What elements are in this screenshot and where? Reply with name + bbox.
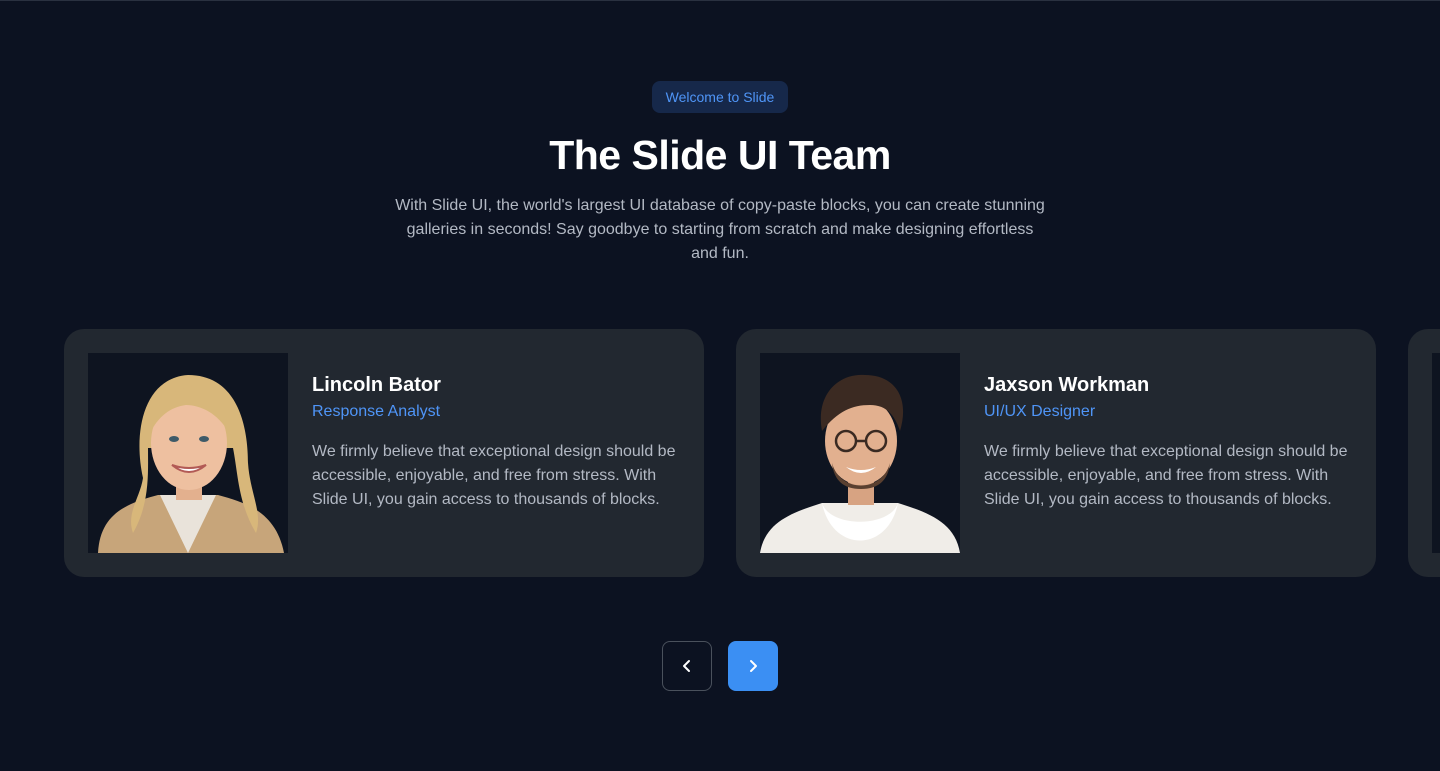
- page-subtitle: With Slide UI, the world's largest UI da…: [395, 197, 1045, 262]
- team-card-partial: [1408, 329, 1440, 577]
- team-member-role: Response Analyst: [312, 403, 441, 420]
- team-member-name: Jaxson Workman: [984, 374, 1150, 396]
- next-button[interactable]: [728, 641, 778, 691]
- team-section: Welcome to Slide The Slide UI Team With …: [0, 0, 1440, 771]
- team-member-photo: [88, 353, 288, 553]
- team-carousel: Lincoln Bator Response Analyst We firmly…: [0, 329, 1440, 579]
- team-card: Lincoln Bator Response Analyst We firmly…: [64, 329, 704, 577]
- team-member-description: We firmly believe that exceptional desig…: [312, 443, 676, 508]
- team-member-photo: [1432, 353, 1440, 553]
- team-member-photo: [760, 353, 960, 553]
- page-title: The Slide UI Team: [549, 132, 891, 178]
- team-card: Jaxson Workman UI/UX Designer We firmly …: [736, 329, 1376, 577]
- team-member-role: UI/UX Designer: [984, 403, 1096, 420]
- welcome-badge: Welcome to Slide: [652, 81, 788, 113]
- previous-button[interactable]: [662, 641, 712, 691]
- chevron-left-icon: [683, 660, 690, 672]
- team-member-description: We firmly believe that exceptional desig…: [984, 443, 1348, 508]
- chevron-right-icon: [750, 660, 757, 672]
- team-member-name: Lincoln Bator: [312, 374, 441, 396]
